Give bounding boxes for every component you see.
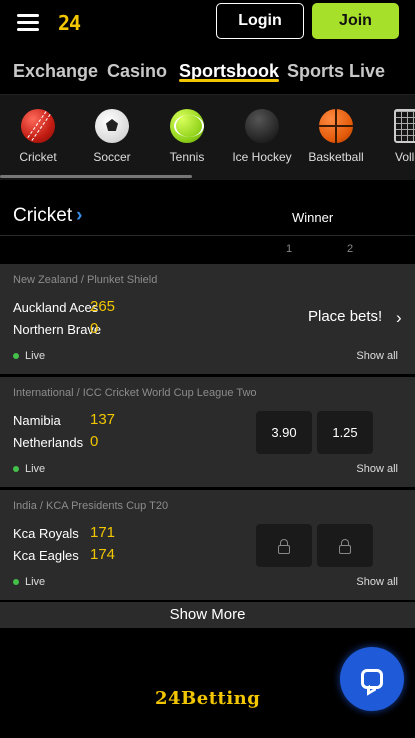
odds-button-1[interactable]: 3.90 bbox=[256, 411, 312, 454]
sport-label: Soccer bbox=[93, 150, 131, 164]
team-2-score: 0 bbox=[90, 320, 99, 337]
chevron-right-icon: › bbox=[76, 205, 83, 226]
tab-sportsbook[interactable]: Sportsbook bbox=[179, 44, 280, 82]
team-1-name: Auckland Aces bbox=[13, 300, 99, 315]
sport-label: Basketball bbox=[308, 150, 364, 164]
show-more-button[interactable]: Show More bbox=[0, 602, 415, 628]
sport-item-basketball[interactable]: Basketball bbox=[298, 109, 374, 164]
team-2-name: Kca Eagles bbox=[13, 548, 79, 563]
live-status: Live bbox=[13, 576, 45, 588]
odds-column-1-label: 1 bbox=[286, 243, 293, 255]
team-2-name: Netherlands bbox=[13, 435, 84, 450]
sport-label: Tennis bbox=[169, 150, 205, 164]
cricket-section-header: Cricket › Winner 1 2 bbox=[0, 180, 415, 264]
live-status: Live bbox=[13, 463, 45, 475]
live-dot-icon bbox=[13, 353, 19, 359]
team-1-name: Kca Royals bbox=[13, 526, 79, 541]
tab-sports-live[interactable]: Sports Live bbox=[287, 44, 385, 82]
top-bar: 24 Login Join bbox=[0, 0, 415, 44]
section-title-link[interactable]: Cricket › bbox=[13, 205, 82, 227]
locked-odds-button-2 bbox=[317, 524, 373, 567]
live-dot-icon bbox=[13, 579, 19, 585]
basketball-icon bbox=[319, 109, 353, 143]
tab-casino[interactable]: Casino bbox=[107, 44, 167, 82]
team-1-name: Namibia bbox=[13, 413, 61, 428]
hockey-puck-icon bbox=[245, 109, 279, 143]
live-dot-icon bbox=[13, 466, 19, 472]
market-label: Winner bbox=[292, 210, 334, 225]
team-1-score: 137 bbox=[90, 411, 116, 428]
carousel-scrollbar[interactable] bbox=[0, 175, 192, 178]
place-bets-link[interactable]: Place bets! bbox=[308, 308, 382, 325]
show-all-link[interactable]: Show all bbox=[356, 350, 398, 362]
sport-item-ice-hockey[interactable]: Ice Hockey bbox=[224, 109, 300, 164]
divider bbox=[0, 235, 415, 236]
team-1-score: 171 bbox=[90, 524, 116, 541]
team-2-name: Northern Brave bbox=[13, 322, 102, 337]
sport-label: Cricket bbox=[19, 150, 57, 164]
match-card[interactable]: New Zealand / Plunket Shield Auckland Ac… bbox=[0, 264, 415, 374]
live-label: Live bbox=[25, 350, 46, 362]
tennis-ball-icon bbox=[170, 109, 204, 143]
footer-brand-logo: 24Betting bbox=[155, 688, 261, 709]
locked-odds-button-1 bbox=[256, 524, 312, 567]
lock-icon bbox=[339, 538, 351, 554]
league-name: India / KCA Presidents Cup T20 bbox=[13, 500, 169, 512]
team-2-score: 174 bbox=[90, 546, 116, 563]
sport-label: Ice Hockey bbox=[232, 150, 292, 164]
match-card[interactable]: India / KCA Presidents Cup T20 Kca Royal… bbox=[0, 490, 415, 600]
show-all-link[interactable]: Show all bbox=[356, 463, 398, 475]
volleyball-net-icon bbox=[394, 109, 415, 143]
live-status: Live bbox=[13, 350, 45, 362]
section-title: Cricket bbox=[13, 205, 73, 226]
sports-carousel[interactable]: Cricket Soccer Tennis Ice Hockey Basketb… bbox=[0, 94, 415, 180]
tab-exchange[interactable]: Exchange bbox=[13, 44, 98, 82]
chevron-right-icon[interactable]: › bbox=[396, 308, 402, 328]
odds-column-2-label: 2 bbox=[347, 243, 354, 255]
show-all-link[interactable]: Show all bbox=[356, 576, 398, 588]
site-logo[interactable]: 24 bbox=[58, 11, 81, 35]
live-label: Live bbox=[25, 463, 46, 475]
league-name: New Zealand / Plunket Shield bbox=[13, 274, 158, 286]
match-card[interactable]: International / ICC Cricket World Cup Le… bbox=[0, 377, 415, 487]
sport-item-volleyball[interactable]: Volley bbox=[373, 109, 415, 164]
cricket-ball-icon bbox=[21, 109, 55, 143]
live-label: Live bbox=[25, 576, 46, 588]
sport-item-tennis[interactable]: Tennis bbox=[149, 109, 225, 164]
sport-item-soccer[interactable]: Soccer bbox=[74, 109, 150, 164]
odds-button-2[interactable]: 1.25 bbox=[317, 411, 373, 454]
login-button[interactable]: Login bbox=[216, 3, 304, 39]
team-2-score: 0 bbox=[90, 433, 99, 450]
sport-item-cricket[interactable]: Cricket bbox=[0, 109, 76, 164]
soccer-ball-icon bbox=[95, 109, 129, 143]
main-nav-tabs: Exchange Casino Sportsbook Sports Live bbox=[0, 44, 415, 94]
lock-icon bbox=[278, 538, 290, 554]
live-chat-button[interactable] bbox=[340, 647, 404, 711]
join-button[interactable]: Join bbox=[312, 3, 399, 39]
sport-label: Volley bbox=[394, 150, 415, 164]
chat-bubble-icon bbox=[361, 669, 383, 689]
team-1-score: 265 bbox=[90, 298, 116, 315]
league-name: International / ICC Cricket World Cup Le… bbox=[13, 387, 257, 399]
hamburger-menu-icon[interactable] bbox=[17, 14, 39, 31]
